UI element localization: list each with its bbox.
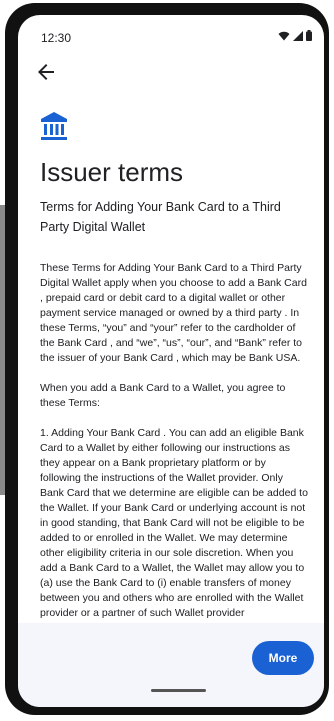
more-button[interactable]: More (252, 641, 314, 675)
page-title: Issuer terms (40, 157, 184, 187)
status-time: 12:30 (41, 31, 72, 45)
battery-icon (306, 30, 312, 41)
phone-frame: 12:30 Issuer terms Terms for Adding Your… (5, 3, 329, 715)
terms-paragraph: 1. Adding Your Bank Card . You can add a… (40, 427, 308, 619)
terms-content: These Terms for Adding Your Bank Card to… (40, 261, 308, 636)
screen: 12:30 Issuer terms Terms for Adding Your… (18, 15, 324, 707)
home-indicator[interactable] (151, 689, 206, 692)
terms-paragraph: When you add a Bank Card to a Wallet, yo… (40, 382, 286, 409)
page-subtitle: Terms for Adding Your Bank Card to a Thi… (40, 200, 281, 234)
arrow-back-icon[interactable] (34, 60, 58, 84)
status-bar: 12:30 (18, 15, 324, 55)
wifi-icon (278, 31, 290, 40)
status-icons (278, 30, 312, 41)
bottom-bar: More (18, 623, 324, 707)
terms-paragraph: These Terms for Adding Your Bank Card to… (40, 262, 307, 364)
signal-icon (293, 30, 303, 41)
bank-icon (41, 112, 67, 140)
